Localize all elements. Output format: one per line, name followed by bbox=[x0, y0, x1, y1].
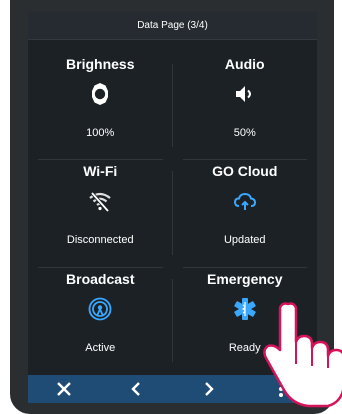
tile-title: Audio bbox=[224, 56, 265, 72]
tile-value: 100% bbox=[86, 127, 115, 139]
brightness-icon bbox=[92, 83, 109, 105]
tile-value: Updated bbox=[223, 234, 266, 247]
tile-value: Active bbox=[85, 341, 116, 354]
broadcast-icon bbox=[88, 297, 112, 321]
medical-star-icon bbox=[234, 297, 256, 320]
close-icon bbox=[57, 382, 71, 396]
close-button[interactable] bbox=[44, 375, 84, 403]
tile-title: GO Cloud bbox=[212, 163, 278, 180]
page-title: Data Page (3/4) bbox=[28, 12, 317, 40]
tile-wifi[interactable]: Wi-Fi Disconnected bbox=[28, 159, 173, 266]
wifi-off-icon bbox=[89, 192, 111, 213]
tile-go-cloud[interactable]: GO Cloud Updated bbox=[173, 159, 318, 266]
tile-title: Brighness bbox=[66, 56, 135, 72]
tile-title: Broadcast bbox=[66, 270, 135, 287]
tile-title: Wi-Fi bbox=[83, 163, 118, 180]
tile-value: 50% bbox=[233, 127, 256, 139]
previous-page-button[interactable] bbox=[116, 375, 156, 403]
tile-broadcast[interactable]: Broadcast Active bbox=[28, 266, 173, 374]
tile-title: Emergency bbox=[207, 270, 283, 287]
chevron-right-icon bbox=[204, 382, 214, 396]
next-page-button[interactable] bbox=[189, 375, 229, 403]
hand-pointer-icon bbox=[263, 302, 342, 408]
cloud-sync-icon bbox=[233, 193, 256, 211]
tile-value: Disconnected bbox=[66, 234, 134, 247]
tile-brightness[interactable]: Brighness 100% bbox=[28, 52, 173, 159]
tile-audio[interactable]: Audio 50% bbox=[173, 52, 318, 159]
speaker-icon bbox=[235, 86, 251, 102]
chevron-left-icon bbox=[131, 382, 141, 396]
